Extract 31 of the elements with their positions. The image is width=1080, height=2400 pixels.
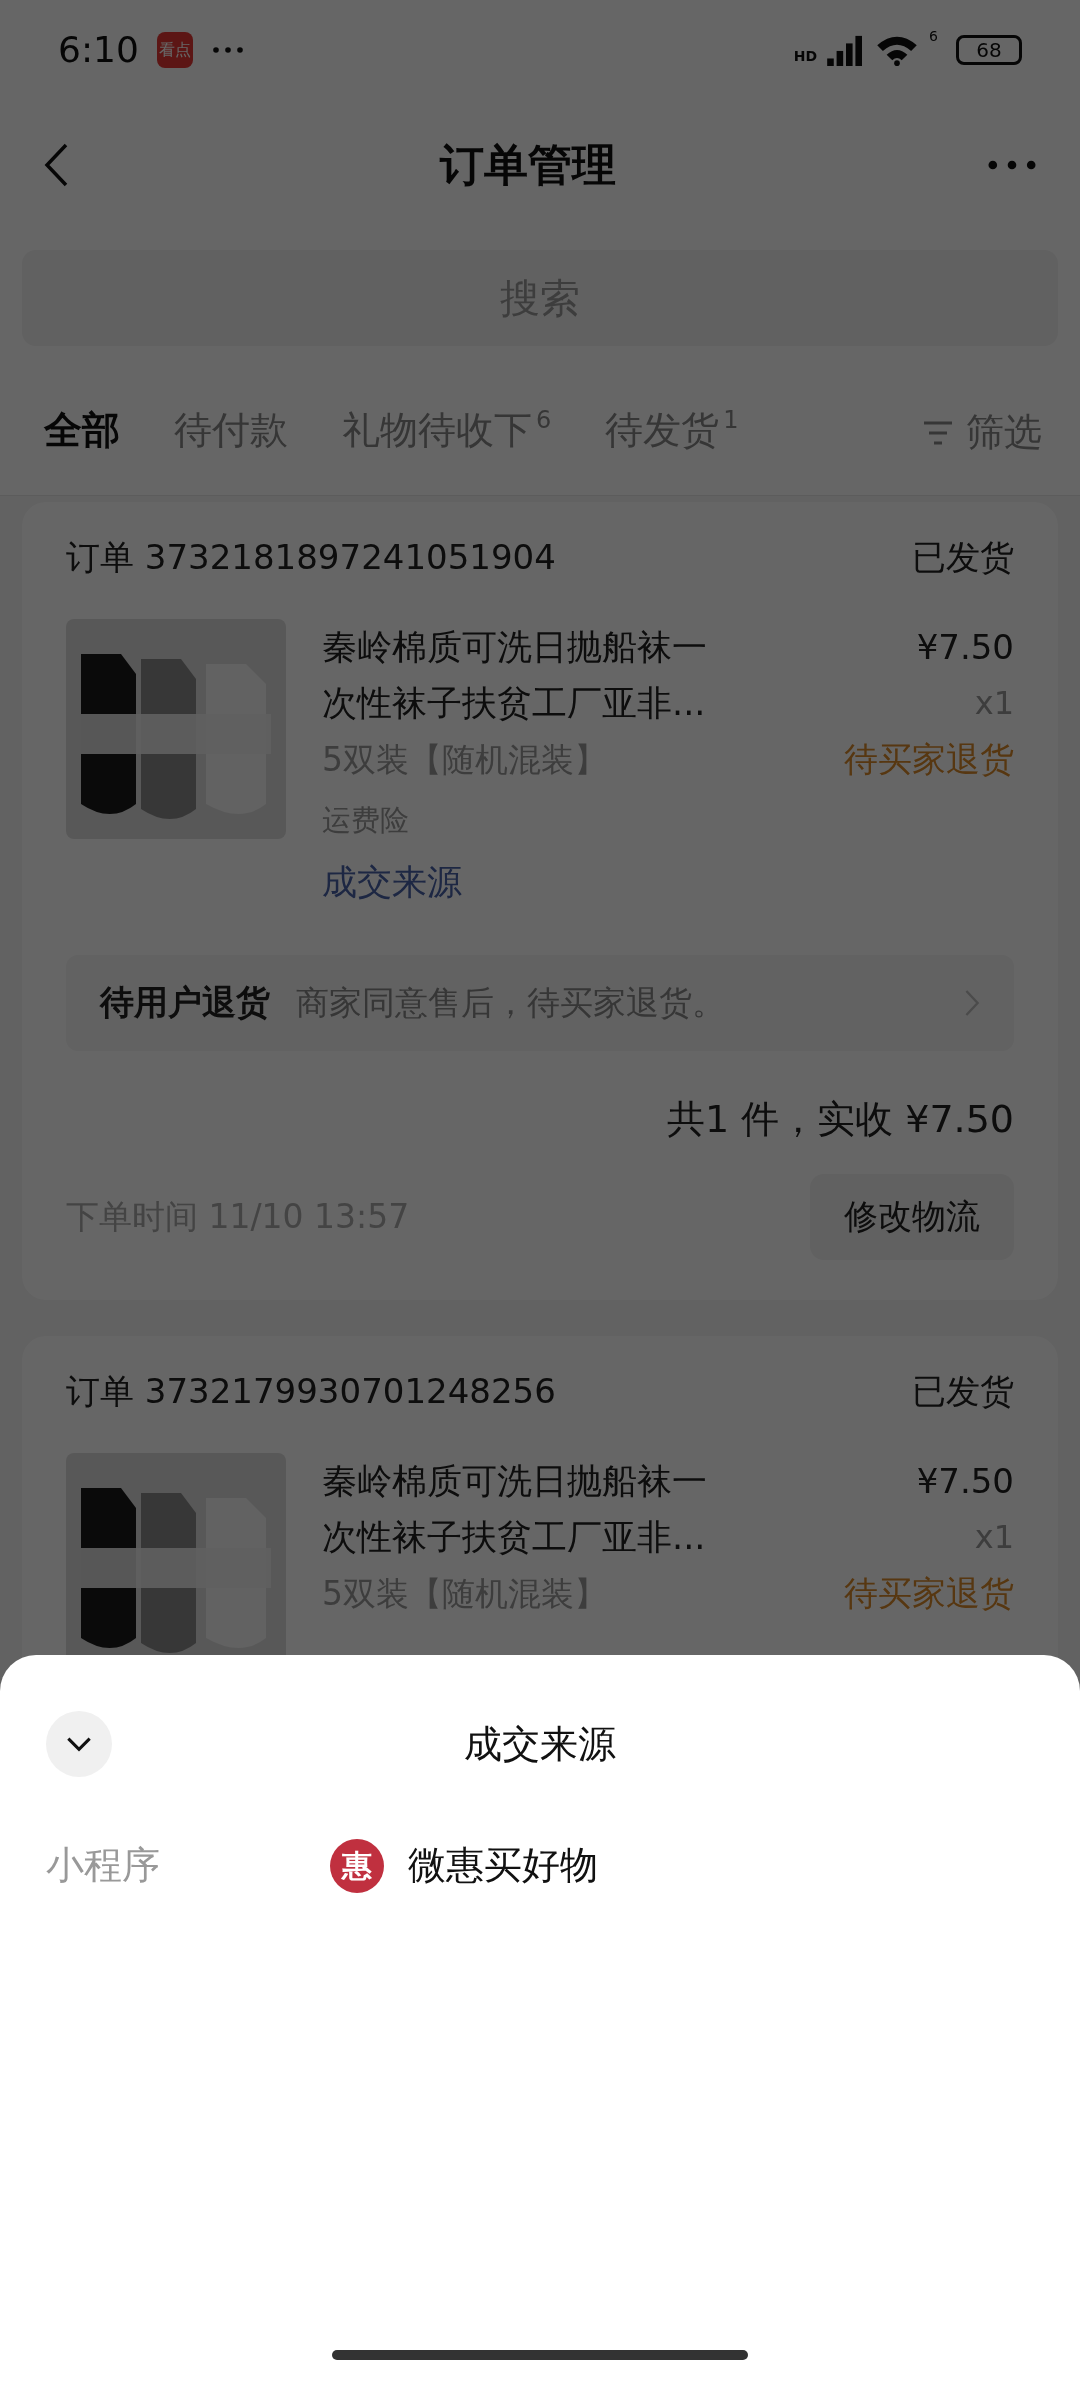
- more-icon[interactable]: [988, 160, 1036, 170]
- back-icon[interactable]: [44, 143, 68, 187]
- product-title: 秦岭棉质可洗日抛船袜一次性袜子扶贫工厂亚非...: [322, 626, 708, 725]
- page-title: 订单管理: [440, 138, 616, 192]
- source-type-label: 小程序: [46, 1842, 161, 1889]
- notice-title: 待用户退货: [100, 981, 270, 1024]
- order-number: 订单 3732181897241051904: [66, 536, 556, 579]
- after-sale-status: 待买家退货: [844, 1571, 1014, 1615]
- wifi-icon: [875, 34, 920, 66]
- app-notification-icon: 看点: [156, 32, 193, 68]
- edit-logistics-button[interactable]: 修改物流: [810, 1173, 1014, 1260]
- filter-tab[interactable]: 全部: [44, 402, 120, 459]
- filter-icon: [922, 419, 954, 446]
- battery-level: 68: [976, 37, 1002, 64]
- after-sale-status: 待买家退货: [844, 738, 1014, 781]
- wifi-band-label: 6: [929, 26, 938, 46]
- price: ¥7.50: [916, 626, 1014, 669]
- order-summary: 共1 件，实收 ¥7.50: [666, 1095, 1014, 1143]
- price: ¥7.50: [916, 1459, 1014, 1503]
- product-title: 秦岭棉质可洗日抛船袜一次性袜子扶贫工厂亚非...: [322, 1459, 708, 1559]
- order-status: 已发货: [912, 1369, 1014, 1413]
- order-number: 订单 3732179930701248256: [66, 1369, 556, 1413]
- mini-program-name: 微惠买好物: [408, 1842, 598, 1889]
- chevron-down-icon: [65, 1736, 93, 1752]
- sheet-title: 成交来源: [464, 1720, 616, 1768]
- source-link[interactable]: 成交来源: [322, 856, 808, 909]
- mini-program-icon: 惠: [330, 1838, 384, 1893]
- status-time: 6:10: [58, 28, 139, 72]
- more-icon: [210, 46, 245, 54]
- network-label: HD: [793, 46, 818, 66]
- order-status: 已发货: [912, 536, 1014, 579]
